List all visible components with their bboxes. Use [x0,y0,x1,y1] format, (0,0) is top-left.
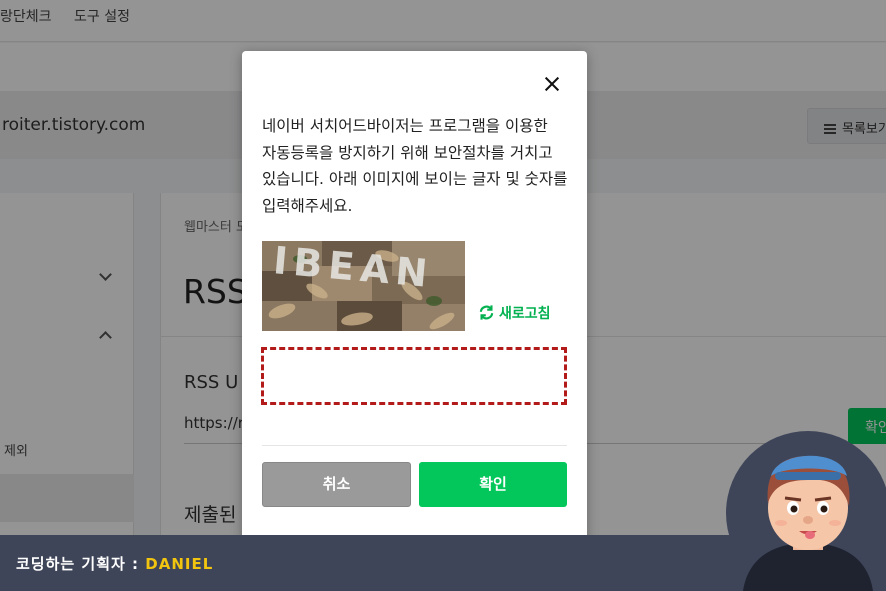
watermark-prefix: 코딩하는 기획자 : [16,555,146,573]
refresh-label: 새로고침 [499,306,551,322]
close-icon[interactable] [541,73,563,95]
modal-divider [262,445,567,446]
captcha-input[interactable] [261,347,567,405]
watermark-text: 코딩하는 기획자 : DANIEL [16,553,213,574]
watermark-name: DANIEL [145,555,214,573]
refresh-icon [478,304,495,325]
refresh-button[interactable]: 새로고침 [478,303,551,325]
confirm-button[interactable]: 확인 [419,462,567,507]
avatar [723,428,886,591]
captcha-image: IBEAN [262,241,465,331]
captcha-instructions: 네이버 서치어드바이저는 프로그램을 이용한 자동등록을 방지하기 위해 보안절… [262,117,568,215]
cancel-button[interactable]: 취소 [262,462,411,507]
captcha-modal: 네이버 서치어드바이저는 프로그램을 이용한 자동등록을 방지하기 위해 보안절… [242,51,587,551]
